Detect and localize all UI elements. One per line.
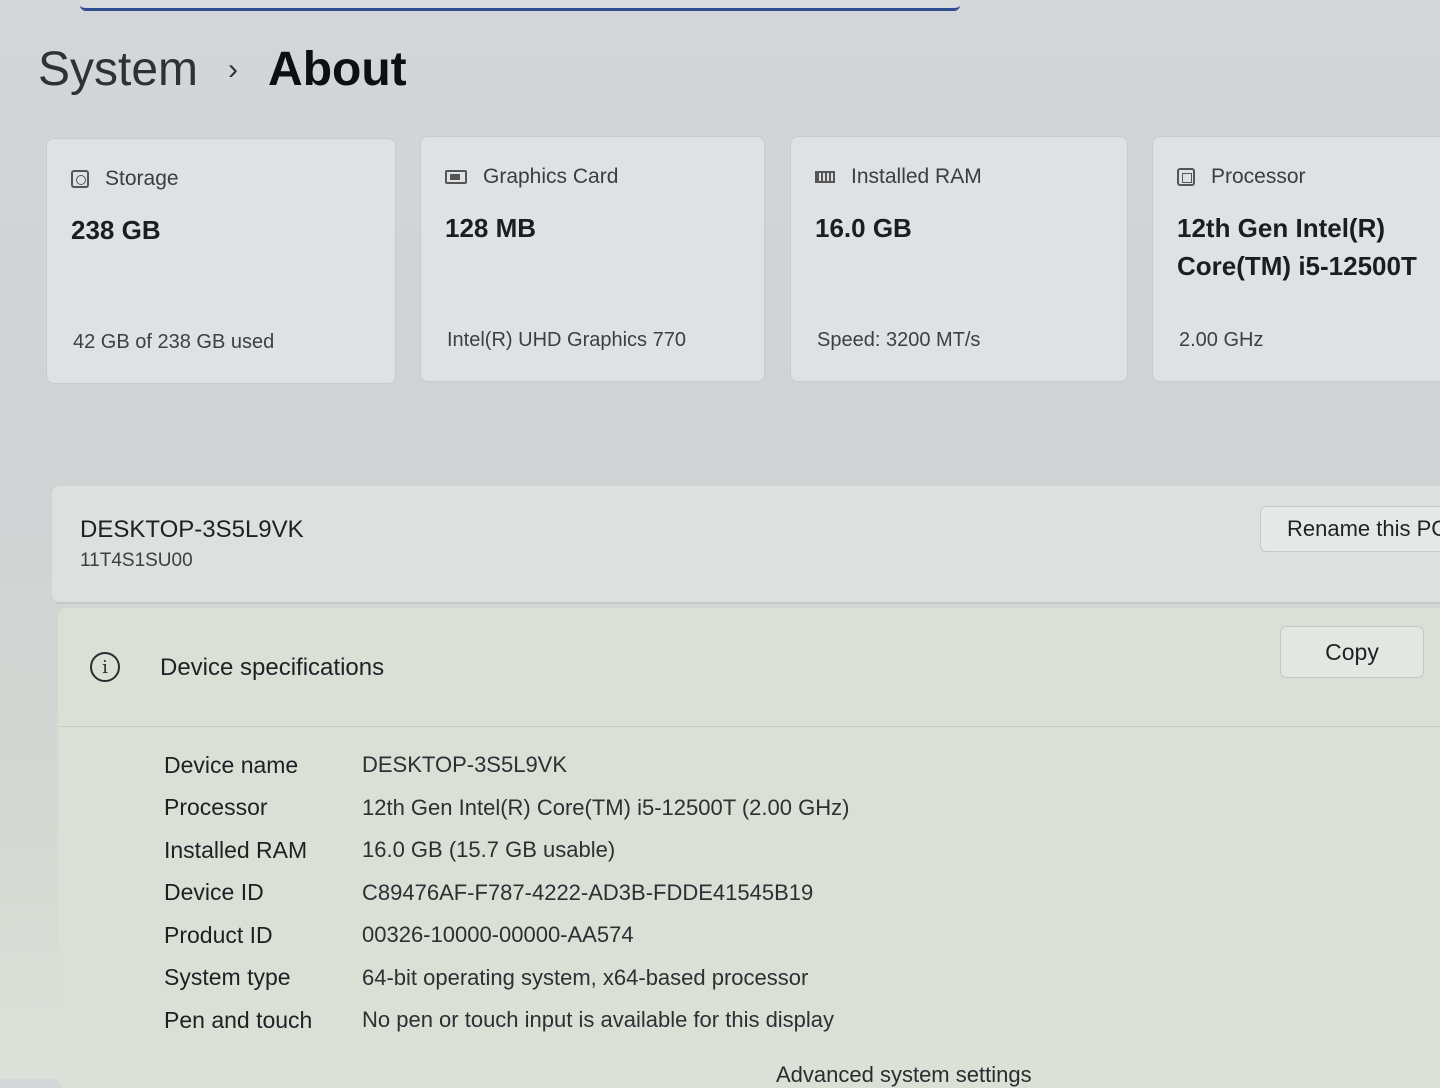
breadcrumb: System › About [38,42,407,97]
rename-pc-button[interactable]: Rename this PC [1260,506,1440,552]
spec-label: Device ID [164,879,264,906]
graphics-card-card[interactable]: Graphics Card 128 MB Intel(R) UHD Graphi… [420,136,765,382]
graphics-card-label: Graphics Card [483,165,619,188]
spec-value: C89476AF-F787-4222-AD3B-FDDE41545B19 [362,879,814,905]
spec-rows: Device name DESKTOP-3S5L9VK Processor 12… [164,744,849,1042]
spec-row: Processor 12th Gen Intel(R) Core(TM) i5-… [164,787,849,830]
advanced-system-settings-link[interactable]: Advanced system settings [776,1062,1032,1088]
spec-label: System type [164,964,291,991]
spec-value: No pen or touch input is available for t… [362,1007,835,1033]
device-specifications-header[interactable]: i Device specifications Copy [58,608,1440,727]
storage-card-value: 238 GB [71,215,161,245]
spec-row: Installed RAM 16.0 GB (15.7 GB usable) [164,829,849,872]
processor-card-sub: 2.00 GHz [1179,329,1264,351]
spec-value: DESKTOP-3S5L9VK [362,752,568,778]
spec-row: Device name DESKTOP-3S5L9VK [164,744,849,787]
spec-label: Installed RAM [164,836,308,863]
spec-value: 64-bit operating system, x64-based proce… [362,964,809,990]
breadcrumb-separator: › [228,52,239,86]
breadcrumb-system[interactable]: System [38,42,198,97]
processor-card-label: Processor [1211,165,1306,188]
processor-icon [1177,168,1195,186]
spec-value: 00326-10000-00000-AA574 [362,922,634,948]
spec-label: Device name [164,751,299,778]
processor-card[interactable]: Processor 12th Gen Intel(R) Core(TM) i5-… [1152,136,1440,382]
processor-card-header: Processor [1177,165,1306,189]
spec-label: Product ID [164,921,273,948]
spec-row: Pen and touch No pen or touch input is a… [164,999,849,1042]
copy-button[interactable]: Copy [1280,626,1424,678]
spec-value: 12th Gen Intel(R) Core(TM) i5-12500T (2.… [362,794,850,820]
top-search-bar-edge [80,0,960,11]
spec-row: Product ID 00326-10000-00000-AA574 [164,914,849,957]
info-icon: i [90,652,120,682]
processor-card-value: 12th Gen Intel(R) Core(TM) i5-12500T [1177,209,1417,285]
spec-value: 16.0 GB (15.7 GB usable) [362,837,616,863]
graphics-card-icon [445,170,467,184]
installed-ram-value: 16.0 GB [815,213,912,243]
processor-card-value-line1: 12th Gen Intel(R) [1177,213,1386,243]
storage-card-header: Storage [71,167,179,191]
device-specifications-panel: i Device specifications Copy Device name… [58,608,1440,1088]
storage-card-label: Storage [105,167,179,190]
pc-model: 11T4S1SU00 [80,550,193,571]
page-title: About [268,43,407,96]
spec-label: Processor [164,794,268,821]
installed-ram-label: Installed RAM [851,165,982,188]
ram-icon [815,171,835,183]
storage-icon [71,170,89,188]
spec-row: Device ID C89476AF-F787-4222-AD3B-FDDE41… [164,872,849,915]
installed-ram-card[interactable]: Installed RAM 16.0 GB Speed: 3200 MT/s [790,136,1128,382]
storage-card-sub: 42 GB of 238 GB used [73,331,275,353]
installed-ram-sub: Speed: 3200 MT/s [817,329,981,351]
spec-label: Pen and touch [164,1006,313,1033]
graphics-card-value: 128 MB [445,213,537,243]
spec-row: System type 64-bit operating system, x64… [164,957,849,1000]
pc-name: DESKTOP-3S5L9VK [80,516,304,543]
installed-ram-header: Installed RAM [815,165,982,189]
pc-name-panel: DESKTOP-3S5L9VK 11T4S1SU00 Rename this P… [52,486,1440,604]
storage-card[interactable]: Storage 238 GB 42 GB of 238 GB used [46,138,396,384]
graphics-card-sub: Intel(R) UHD Graphics 770 [447,329,686,351]
device-specifications-title: Device specifications [160,654,385,681]
processor-card-value-line2: Core(TM) i5-12500T [1177,251,1417,281]
graphics-card-header: Graphics Card [445,165,618,189]
